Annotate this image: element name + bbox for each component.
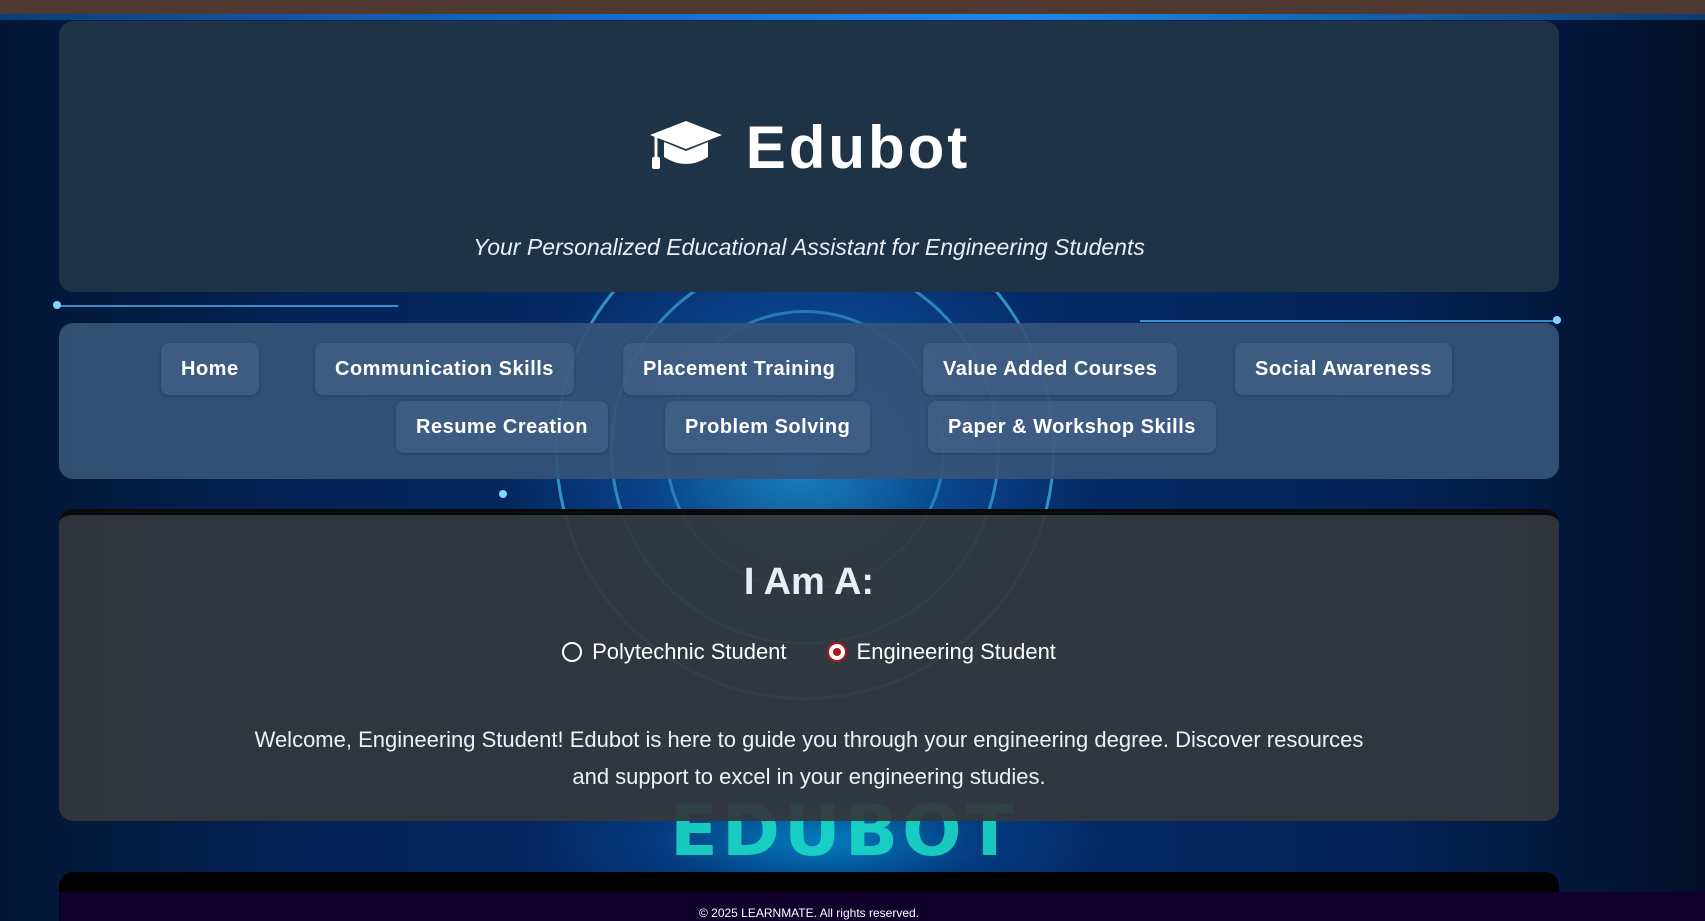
site-title: Edubot <box>745 114 971 181</box>
graduation-cap-icon <box>648 117 724 178</box>
site-tagline: Your Personalized Educational Assistant … <box>473 234 1145 260</box>
engineering-student-radio[interactable] <box>826 642 847 662</box>
engineering-student-label[interactable]: Engineering Student <box>857 639 1056 665</box>
nav-item-problem-solving[interactable]: Problem Solving <box>665 401 871 453</box>
role-radio-group: Polytechnic Student Engineering Student <box>59 639 1559 665</box>
circuit-node <box>1553 316 1561 324</box>
circuit-line <box>58 305 398 307</box>
welcome-message: Welcome, Engineering Student! Edubot is … <box>254 727 1364 789</box>
nav-item-value-added-courses[interactable]: Value Added Courses <box>923 343 1178 395</box>
nav-item-placement-training[interactable]: Placement Training <box>623 343 856 395</box>
polytechnic-student-label[interactable]: Polytechnic Student <box>592 639 786 665</box>
site-footer: © 2025 LEARNMATE. All rights reserved. <box>59 892 1705 921</box>
polytechnic-student-option[interactable]: Polytechnic Student <box>562 639 787 665</box>
copyright-text: © 2025 LEARNMATE. All rights reserved. <box>698 906 920 920</box>
role-heading: I Am A: <box>743 561 875 603</box>
circuit-node <box>499 490 507 498</box>
brand: Edubot <box>59 113 1559 182</box>
polytechnic-student-radio[interactable] <box>562 642 583 662</box>
main-navigation: Home Communication Skills Placement Trai… <box>59 323 1559 479</box>
role-selection-card: I Am A: Polytechnic Student Engineering … <box>59 509 1559 821</box>
site-header: Edubot Your Personalized Educational Ass… <box>59 21 1559 292</box>
nav-item-social-awareness[interactable]: Social Awareness <box>1235 343 1452 395</box>
nav-item-paper-workshop-skills[interactable]: Paper & Workshop Skills <box>928 401 1216 453</box>
nav-item-resume-creation[interactable]: Resume Creation <box>396 401 608 453</box>
nav-item-home[interactable]: Home <box>161 343 259 395</box>
circuit-line <box>1140 320 1560 322</box>
browser-top-strip <box>0 0 1705 20</box>
circuit-node <box>53 301 61 309</box>
nav-item-communication-skills[interactable]: Communication Skills <box>315 343 574 395</box>
engineering-student-option[interactable]: Engineering Student <box>826 639 1056 665</box>
